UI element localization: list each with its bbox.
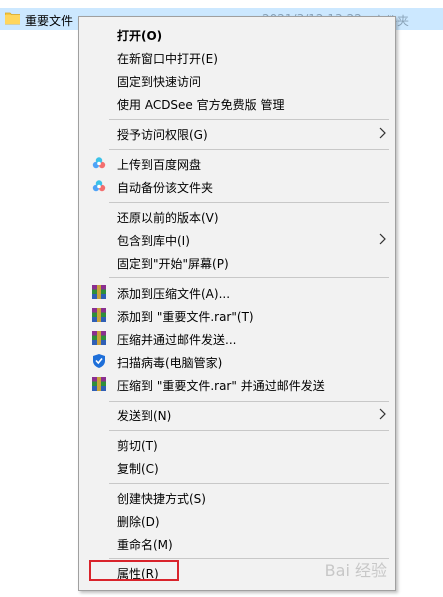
context-menu: 打开(O) 在新窗口中打开(E) 固定到快速访问 使用 ACDSee 官方免费版… <box>78 16 396 591</box>
winrar-icon <box>92 331 106 345</box>
menu-separator <box>109 119 389 120</box>
chevron-right-icon <box>379 233 386 245</box>
menu-item-create-shortcut[interactable]: 创建快捷方式(S) <box>79 486 395 508</box>
menu-item-add-archive[interactable]: 添加到压缩文件(A)... <box>79 281 395 303</box>
menu-item-label: 复制(C) <box>117 462 159 476</box>
menu-item-pin-start[interactable]: 固定到"开始"屏幕(P) <box>79 251 395 273</box>
menu-separator <box>109 277 389 278</box>
menu-item-label: 添加到 "重要文件.rar"(T) <box>117 310 254 324</box>
menu-item-compress-email[interactable]: 压缩并通过邮件发送... <box>79 327 395 349</box>
menu-item-auto-backup[interactable]: 自动备份该文件夹 <box>79 175 395 197</box>
menu-item-label: 打开(O) <box>117 29 163 43</box>
menu-item-label: 压缩到 "重要文件.rar" 并通过邮件发送 <box>117 379 325 393</box>
menu-item-add-rar[interactable]: 添加到 "重要文件.rar"(T) <box>79 304 395 326</box>
menu-item-delete[interactable]: 删除(D) <box>79 509 395 531</box>
menu-item-include-library[interactable]: 包含到库中(I) <box>79 228 395 250</box>
folder-icon <box>5 12 20 25</box>
menu-item-label: 上传到百度网盘 <box>117 158 202 172</box>
menu-item-label: 使用 ACDSee 官方免费版 管理 <box>117 98 285 112</box>
menu-item-open-new-window[interactable]: 在新窗口中打开(E) <box>79 46 395 68</box>
winrar-icon <box>92 377 106 391</box>
folder-name: 重要文件 <box>25 14 74 28</box>
winrar-icon <box>92 308 106 322</box>
properties-highlight-box <box>89 560 179 581</box>
menu-item-cut[interactable]: 剪切(T) <box>79 433 395 455</box>
menu-item-acdsee[interactable]: 使用 ACDSee 官方免费版 管理 <box>79 92 395 114</box>
menu-item-scan-virus[interactable]: 扫描病毒(电脑管家) <box>79 350 395 372</box>
menu-separator <box>109 401 389 402</box>
menu-separator <box>109 483 389 484</box>
menu-item-copy[interactable]: 复制(C) <box>79 456 395 478</box>
menu-item-rename[interactable]: 重命名(M) <box>79 532 395 554</box>
menu-item-label: 扫描病毒(电脑管家) <box>117 356 223 370</box>
baidu-netdisk-icon <box>92 157 106 169</box>
menu-item-label: 删除(D) <box>117 515 160 529</box>
menu-item-label: 在新窗口中打开(E) <box>117 52 218 66</box>
menu-item-upload-baidu[interactable]: 上传到百度网盘 <box>79 152 395 174</box>
watermark: Bai 经验 <box>324 561 387 580</box>
menu-item-send-to[interactable]: 发送到(N) <box>79 403 395 425</box>
menu-item-label: 授予访问权限(G) <box>117 128 208 142</box>
menu-separator <box>109 202 389 203</box>
winrar-icon <box>92 285 106 299</box>
menu-item-label: 包含到库中(I) <box>117 234 190 248</box>
shield-icon <box>93 354 105 368</box>
menu-item-label: 重命名(M) <box>117 538 173 552</box>
menu-item-pin-quick-access[interactable]: 固定到快速访问 <box>79 69 395 91</box>
menu-item-open[interactable]: 打开(O) <box>79 23 395 45</box>
menu-separator <box>109 149 389 150</box>
menu-item-label: 固定到快速访问 <box>117 75 202 89</box>
menu-item-compress-rar-email[interactable]: 压缩到 "重要文件.rar" 并通过邮件发送 <box>79 373 395 395</box>
chevron-right-icon <box>379 127 386 139</box>
menu-item-label: 剪切(T) <box>117 439 158 453</box>
menu-separator <box>109 430 389 431</box>
menu-item-label: 还原以前的版本(V) <box>117 211 219 225</box>
menu-item-label: 添加到压缩文件(A)... <box>117 287 231 301</box>
menu-item-label: 固定到"开始"屏幕(P) <box>117 257 229 271</box>
baidu-netdisk-icon <box>92 180 106 192</box>
menu-item-label: 创建快捷方式(S) <box>117 492 206 506</box>
menu-item-label: 发送到(N) <box>117 409 172 423</box>
menu-item-grant-access[interactable]: 授予访问权限(G) <box>79 122 395 144</box>
menu-item-label: 自动备份该文件夹 <box>117 181 214 195</box>
menu-item-label: 压缩并通过邮件发送... <box>117 333 237 347</box>
menu-item-restore-versions[interactable]: 还原以前的版本(V) <box>79 205 395 227</box>
chevron-right-icon <box>379 408 386 420</box>
